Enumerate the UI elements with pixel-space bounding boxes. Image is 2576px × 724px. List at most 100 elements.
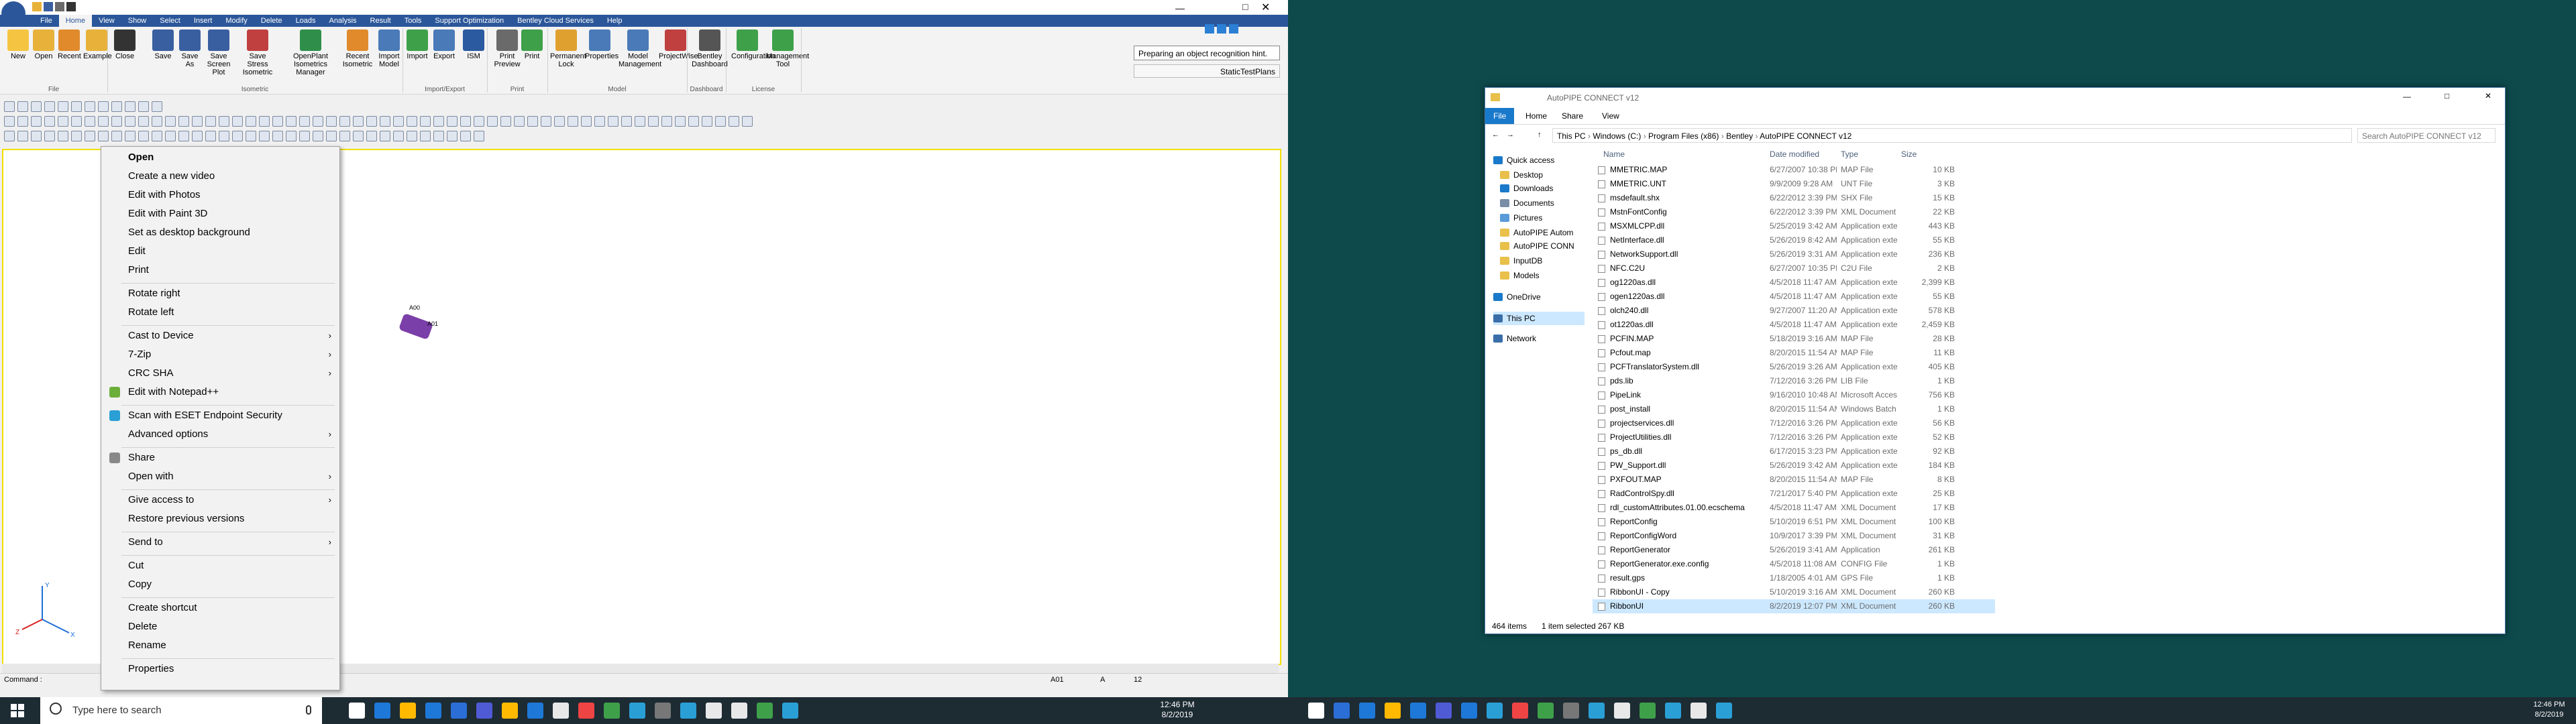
menu-item-advanced-options[interactable]: Advanced options › — [101, 426, 339, 442]
taskbar-app-icon[interactable] — [578, 703, 594, 719]
tool-icon[interactable] — [111, 116, 122, 127]
tool-icon[interactable] — [339, 131, 350, 141]
example-button[interactable]: Example — [83, 29, 112, 60]
taskbar-app-icon[interactable] — [476, 703, 492, 719]
tool-icon[interactable] — [299, 116, 310, 127]
taskbar-app-icon[interactable] — [451, 703, 467, 719]
tool-icon[interactable] — [98, 101, 109, 112]
tool-icon[interactable] — [460, 116, 471, 127]
nav-item-onedrive[interactable]: OneDrive — [1493, 290, 1541, 304]
taskbar-app-icon[interactable] — [349, 703, 365, 719]
tool-icon[interactable] — [138, 101, 149, 112]
tool-icon[interactable] — [125, 116, 136, 127]
taskbar-app-icon[interactable] — [1461, 703, 1477, 719]
taskbar-app-icon[interactable] — [527, 703, 543, 719]
nav-item-downloads[interactable]: Downloads — [1500, 182, 1553, 195]
taskbar-app-icon[interactable] — [1716, 703, 1732, 719]
menu-item-rotate-right[interactable]: Rotate right — [101, 286, 339, 302]
search-input[interactable]: Search AutoPIPE CONNECT v12 — [2357, 128, 2496, 143]
tool-icon[interactable] — [474, 116, 484, 127]
file-row[interactable]: NFC.C2U 6/27/2007 10:35 PM C2U File 2 KB — [1593, 261, 1995, 276]
tool-icon[interactable] — [635, 116, 645, 127]
tool-icon[interactable] — [58, 101, 68, 112]
file-row[interactable]: RadControlSpy.dll 7/21/2017 5:40 PM Applic… — [1593, 487, 1995, 501]
tool-icon[interactable] — [192, 131, 203, 141]
up-icon[interactable]: ↑ — [1538, 131, 1542, 139]
taskbar-app-icon[interactable] — [1436, 703, 1452, 719]
file-row[interactable]: MMETRIC.UNT 9/9/2009 9:28 AM UNT File 3 KB — [1593, 177, 1995, 191]
file-row[interactable]: RibbonUI - Copy 5/10/2019 3:16 AM XML Docu… — [1593, 585, 1995, 599]
forward-icon[interactable]: → — [1507, 131, 1514, 139]
taskbar-app-icon[interactable] — [757, 703, 773, 719]
tool-icon[interactable] — [152, 116, 162, 127]
menu-item-edit-with-paint-3d[interactable]: Edit with Paint 3D — [101, 206, 339, 222]
file-row[interactable]: ReportConfigWord 10/9/2017 3:39 PM XML Doc… — [1593, 529, 1995, 543]
tool-icon[interactable] — [4, 101, 15, 112]
tool-icon[interactable] — [527, 116, 538, 127]
tab-modify[interactable]: Modify — [219, 15, 254, 27]
tool-icon[interactable] — [366, 116, 377, 127]
tool-icon[interactable] — [594, 116, 605, 127]
nav-item-desktop[interactable]: Desktop — [1500, 168, 1543, 182]
menu-item-copy[interactable]: Copy — [101, 577, 339, 593]
breadcrumb-item[interactable]: AutoPIPE CONNECT v12 — [1760, 131, 1851, 141]
tool-icon[interactable] — [393, 116, 404, 127]
menu-item-rename[interactable]: Rename — [101, 638, 339, 654]
export-button[interactable]: Export — [432, 29, 456, 60]
tool-icon[interactable] — [178, 116, 189, 127]
taskbar-clock-right[interactable]: 12:46 PM 8/2/2019 — [2529, 700, 2569, 720]
taskbar-app-icon[interactable] — [1563, 703, 1579, 719]
explorer-tab-home[interactable]: Home — [1517, 108, 1555, 124]
tab-insert[interactable]: Insert — [187, 15, 219, 27]
tool-icon[interactable] — [138, 131, 149, 141]
quick-access-toolbar[interactable] — [32, 2, 76, 13]
tool-icon[interactable] — [514, 116, 525, 127]
tool-icon[interactable] — [272, 131, 283, 141]
tool-icon[interactable] — [259, 116, 270, 127]
tool-icon[interactable] — [31, 101, 42, 112]
taskbar-app-icon[interactable] — [782, 703, 798, 719]
start-button[interactable] — [11, 704, 24, 717]
recent-isometric-button[interactable]: Recent Isometric — [339, 29, 376, 68]
column-header-name[interactable]: Name — [1603, 147, 1625, 162]
tool-icon[interactable] — [433, 131, 444, 141]
tool-icon[interactable] — [407, 131, 417, 141]
tool-icon[interactable] — [380, 131, 390, 141]
tool-icon[interactable] — [661, 116, 672, 127]
file-row[interactable]: MMETRIC.MAP 6/27/2007 10:38 PM MAP File 10 … — [1593, 163, 1995, 177]
menu-item-edit-with-photos[interactable]: Edit with Photos — [101, 187, 339, 203]
tool-icon[interactable] — [500, 116, 511, 127]
nav-item-pictures[interactable]: Pictures — [1500, 211, 1542, 225]
taskbar-app-icon[interactable] — [1665, 703, 1681, 719]
file-row[interactable]: result.gps 1/18/2005 4:01 AM GPS File 1 KB — [1593, 571, 1995, 585]
new-button[interactable]: New — [7, 29, 30, 60]
file-row[interactable]: PXFOUT.MAP 8/20/2015 11:54 AM MAP File 8 KB — [1593, 473, 1995, 487]
taskbar-app-icon[interactable] — [731, 703, 747, 719]
tool-icon[interactable] — [541, 116, 551, 127]
menu-item-rotate-left[interactable]: Rotate left — [101, 304, 339, 320]
explorer-tab-view[interactable]: View — [1594, 108, 1627, 124]
tool-icon[interactable] — [85, 131, 95, 141]
tool-icon[interactable] — [17, 101, 28, 112]
tool-icon[interactable] — [407, 116, 417, 127]
file-row[interactable]: rdl_customAttributes.01.00.ecschema 4/5/2… — [1593, 501, 1995, 515]
tab-support-optimization[interactable]: Support Optimization — [428, 15, 511, 27]
tool-icon[interactable] — [675, 116, 686, 127]
tool-icon[interactable] — [192, 116, 203, 127]
tool-icon[interactable] — [581, 116, 592, 127]
file-row[interactable]: PW_Support.dll 5/26/2019 3:42 AM Applicati… — [1593, 459, 1995, 473]
taskbar-app-icon[interactable] — [1410, 703, 1426, 719]
tool-icon[interactable] — [111, 131, 122, 141]
taskbar-search[interactable]: Type here to search — [40, 697, 322, 724]
nav-item-autopipe-conn[interactable]: AutoPIPE CONN — [1500, 239, 1574, 253]
nav-item-quick-access[interactable]: Quick access — [1493, 154, 1554, 167]
file-row[interactable]: ReportGenerator 5/26/2019 3:41 AM Applicat… — [1593, 543, 1995, 557]
file-row[interactable]: olch240.dll 9/27/2007 11:20 AM Application… — [1593, 304, 1995, 318]
tool-icon[interactable] — [286, 131, 297, 141]
tool-icon[interactable] — [125, 131, 136, 141]
close-button[interactable]: ✕ — [1261, 1, 1270, 14]
tool-icon[interactable] — [152, 131, 162, 141]
menu-item-open[interactable]: Open — [101, 149, 339, 166]
tool-icon[interactable] — [98, 116, 109, 127]
tab-analysis[interactable]: Analysis — [323, 15, 364, 27]
